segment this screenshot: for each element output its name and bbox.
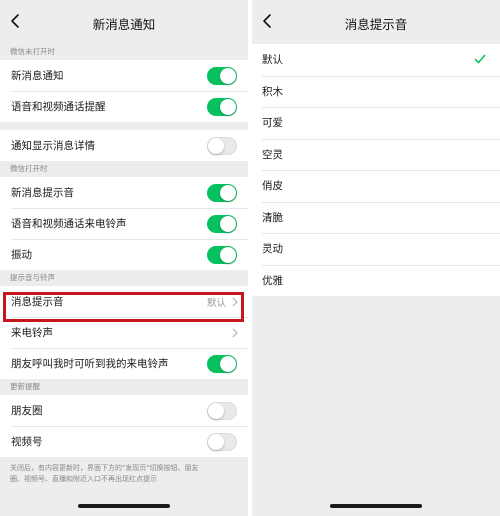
setting-label: 视频号 bbox=[11, 436, 43, 448]
toggle-new-message[interactable] bbox=[207, 66, 237, 85]
setting-row-show-details: 通知显示消息详情 bbox=[0, 130, 248, 161]
sound-option[interactable]: 可爱 bbox=[252, 107, 500, 139]
section-header-wechat-open: 微信打开时 bbox=[10, 164, 48, 173]
setting-label: 通知显示消息详情 bbox=[11, 140, 95, 152]
section-header-updates: 更新提醒 bbox=[10, 382, 40, 391]
sound-option-label: 灵动 bbox=[262, 243, 283, 256]
setting-row-incoming-ringtone[interactable]: 来电铃声 bbox=[0, 317, 248, 348]
toggle-friend-hear-ringtone[interactable] bbox=[207, 354, 237, 373]
toggle-show-details[interactable] bbox=[207, 136, 237, 155]
footer-note-line: 圈、视频号、直播和附近入口不再出现红点提示 bbox=[10, 475, 157, 483]
group-sounds: 消息提示音 默认 来电铃声 朋友呼叫我时可听到我的来电铃声 bbox=[0, 286, 248, 379]
sound-option[interactable]: 积木 bbox=[252, 75, 500, 107]
toggle-call-alert[interactable] bbox=[207, 97, 237, 116]
sound-option-label: 优雅 bbox=[262, 274, 283, 287]
group-details: 通知显示消息详情 bbox=[0, 130, 248, 161]
sound-option[interactable]: 俏皮 bbox=[252, 170, 500, 202]
setting-row-message-sound: 新消息提示音 bbox=[0, 177, 248, 208]
toggle-knob bbox=[220, 98, 236, 115]
group-updates: 朋友圈 视频号 bbox=[0, 395, 248, 457]
setting-label: 振动 bbox=[11, 249, 32, 261]
toggle-vibrate[interactable] bbox=[207, 245, 237, 264]
sound-option[interactable]: 清脆 bbox=[252, 201, 500, 233]
checkmark-icon bbox=[474, 54, 486, 64]
home-indicator bbox=[330, 504, 422, 508]
section-header-wechat-closed: 微信未打开时 bbox=[10, 47, 55, 56]
sound-option[interactable]: 优雅 bbox=[252, 264, 500, 296]
toggle-channels[interactable] bbox=[207, 432, 237, 451]
navbar: 消息提示音 bbox=[252, 0, 500, 44]
setting-label: 新消息提示音 bbox=[11, 187, 74, 199]
setting-row-moments: 朋友圈 bbox=[0, 395, 248, 426]
sound-option-label: 空灵 bbox=[262, 148, 283, 161]
chevron-right-icon bbox=[232, 297, 238, 307]
group-wechat-closed: 新消息通知 语音和视频通话提醒 bbox=[0, 60, 248, 122]
sound-option[interactable]: 灵动 bbox=[252, 233, 500, 265]
home-indicator bbox=[78, 504, 170, 508]
footer-note: 关闭后，有内容更新时，界面下方的"发现页"切换按钮、朋友 圈、视频号、直播和附近… bbox=[0, 457, 248, 485]
setting-row-friend-hear-ringtone: 朋友呼叫我时可听到我的来电铃声 bbox=[0, 348, 248, 379]
page-title: 消息提示音 bbox=[344, 17, 408, 32]
toggle-moments[interactable] bbox=[207, 401, 237, 420]
chevron-right-icon bbox=[232, 328, 238, 338]
setting-label: 朋友圈 bbox=[11, 405, 43, 417]
setting-label: 消息提示音 bbox=[11, 296, 64, 308]
toggle-knob bbox=[220, 67, 236, 84]
sound-option-label: 可爱 bbox=[262, 117, 283, 130]
sound-options-list: 默认 积木 可爱 空灵 俏皮 清脆 灵动 优雅 bbox=[252, 44, 500, 296]
toggle-knob bbox=[220, 355, 236, 372]
setting-row-call-ringtone: 语音和视频通话来电铃声 bbox=[0, 208, 248, 239]
setting-row-vibrate: 振动 bbox=[0, 239, 248, 270]
sound-option[interactable]: 默认 bbox=[252, 44, 500, 76]
page-title: 新消息通知 bbox=[92, 17, 156, 32]
setting-label: 来电铃声 bbox=[11, 327, 53, 339]
footer-note-line: 关闭后，有内容更新时，界面下方的"发现页"切换按钮、朋友 bbox=[10, 464, 199, 472]
sound-option[interactable]: 空灵 bbox=[252, 138, 500, 170]
toggle-knob bbox=[208, 433, 224, 450]
toggle-knob bbox=[220, 246, 236, 263]
notification-sound-value: 默认 bbox=[206, 297, 226, 309]
toggle-knob bbox=[220, 215, 236, 232]
setting-row-call-alert: 语音和视频通话提醒 bbox=[0, 91, 248, 122]
setting-label: 新消息通知 bbox=[11, 70, 64, 82]
setting-label: 朋友呼叫我时可听到我的来电铃声 bbox=[11, 358, 169, 370]
toggle-message-sound[interactable] bbox=[207, 183, 237, 202]
sound-option-label: 默认 bbox=[262, 54, 283, 67]
setting-label: 语音和视频通话来电铃声 bbox=[11, 218, 127, 230]
sound-option-label: 积木 bbox=[262, 85, 283, 98]
notification-sound-screen: 消息提示音 默认 积木 可爱 空灵 俏皮 清脆 灵动 优雅 bbox=[252, 0, 500, 516]
sound-option-label: 俏皮 bbox=[262, 180, 283, 193]
toggle-knob bbox=[208, 137, 224, 154]
setting-label: 语音和视频通话提醒 bbox=[11, 101, 106, 113]
setting-row-new-message: 新消息通知 bbox=[0, 60, 248, 91]
setting-row-notification-sound[interactable]: 消息提示音 默认 bbox=[0, 286, 248, 317]
notification-settings-screen: 新消息通知 微信未打开时 新消息通知 语音和视频通话提醒 通知显示消息详情 微信… bbox=[0, 0, 248, 516]
section-header-sounds: 提示音与铃声 bbox=[10, 273, 55, 282]
toggle-call-ringtone[interactable] bbox=[207, 214, 237, 233]
navbar: 新消息通知 bbox=[0, 0, 248, 44]
group-wechat-open: 新消息提示音 语音和视频通话来电铃声 振动 bbox=[0, 177, 248, 270]
setting-row-channels: 视频号 bbox=[0, 426, 248, 457]
toggle-knob bbox=[220, 184, 236, 201]
sound-option-label: 清脆 bbox=[262, 211, 283, 224]
toggle-knob bbox=[208, 402, 224, 419]
